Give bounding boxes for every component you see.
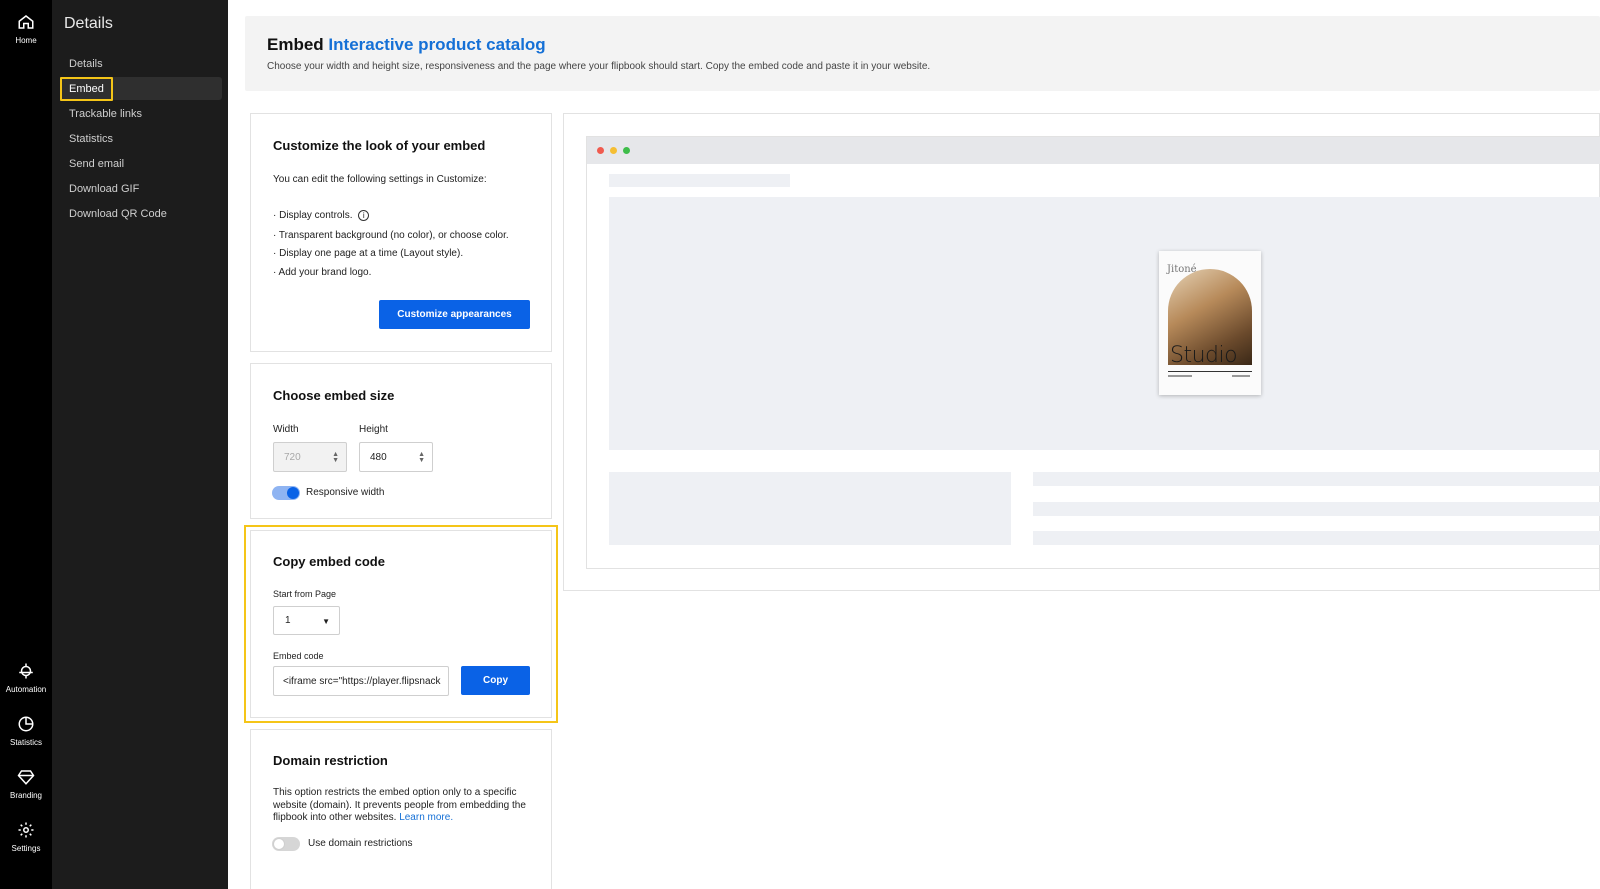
rail-settings-label: Settings xyxy=(11,844,41,853)
page-title-prefix: Embed xyxy=(267,35,324,54)
domain-description: This option restricts the embed option o… xyxy=(273,787,526,823)
skeleton-line-3 xyxy=(1033,531,1600,545)
rail-statistics[interactable]: Statistics xyxy=(0,715,52,747)
rail-automation-label: Automation xyxy=(5,685,47,694)
customize-appearances-button[interactable]: Customize appearances xyxy=(379,300,530,329)
caret-down-icon: ▼ xyxy=(322,617,330,626)
embed-size-card: Choose embed size Width Height 720 ▲ ▼ 48… xyxy=(250,363,552,519)
customize-intro: You can edit the following settings in C… xyxy=(273,174,487,185)
app-root: Home Automation Statistics Branding Sett… xyxy=(0,0,1600,889)
page-subtitle: Choose your width and height size, respo… xyxy=(267,61,931,72)
copy-embed-code-card: Copy embed code Start from Page 1 ▼ Embe… xyxy=(250,530,552,718)
sidebar-item-details[interactable]: Details xyxy=(60,52,222,75)
window-minimize-dot xyxy=(610,147,617,154)
page-header: Embed Interactive product catalog Choose… xyxy=(245,16,1600,91)
rail-home-label: Home xyxy=(15,36,37,45)
customize-card: Customize the look of your embed You can… xyxy=(250,113,552,352)
skeleton-line-2 xyxy=(1033,502,1600,516)
bullet-brand-logo: · Add your brand logo. xyxy=(273,267,372,278)
rail-branding-label: Branding xyxy=(9,791,43,800)
cover-rule xyxy=(1168,371,1252,372)
rail-branding[interactable]: Branding xyxy=(0,768,52,800)
home-icon xyxy=(18,15,34,29)
sidebar-item-download-gif[interactable]: Download GIF xyxy=(60,177,222,200)
skeleton-line-1 xyxy=(1033,472,1600,486)
bullet-display-controls: · Display controls. i xyxy=(273,210,370,221)
embed-preview-panel: Jitoné Studio xyxy=(563,113,1600,591)
height-label: Height xyxy=(359,424,388,435)
cover-footer-left xyxy=(1168,375,1192,377)
sidebar-item-send-email[interactable]: Send email xyxy=(60,152,222,175)
height-input[interactable]: 480 ▲ ▼ xyxy=(359,442,433,472)
rail-settings[interactable]: Settings xyxy=(0,821,52,853)
copy-button[interactable]: Copy xyxy=(461,666,530,695)
sidebar-title: Details xyxy=(64,15,113,32)
embed-code-input[interactable]: <iframe src="https://player.flipsnack xyxy=(273,666,449,696)
window-maximize-dot xyxy=(623,147,630,154)
skeleton-block xyxy=(609,472,1011,545)
domain-heading: Domain restriction xyxy=(273,753,388,768)
domain-restriction-card: Domain restriction This option restricts… xyxy=(250,729,552,889)
statistics-icon xyxy=(18,716,34,732)
width-label: Width xyxy=(273,424,299,435)
bullet-transparent-background: · Transparent background (no color), or … xyxy=(273,230,509,241)
browser-toolbar xyxy=(587,137,1600,164)
rail-statistics-label: Statistics xyxy=(9,738,42,747)
details-sidebar: Details Details Embed Trackable links St… xyxy=(52,0,228,889)
learn-more-link[interactable]: Learn more. xyxy=(399,812,453,823)
flipbook-title-link[interactable]: Interactive product catalog xyxy=(328,35,545,54)
flipbook-embed-area xyxy=(609,197,1600,450)
cover-footer-right xyxy=(1232,375,1250,377)
domain-toggle-knob xyxy=(273,838,285,850)
sidebar-item-embed[interactable]: Embed xyxy=(60,76,222,101)
browser-mockup: Jitoné Studio xyxy=(586,136,1600,569)
flipbook-cover-thumbnail[interactable]: Jitoné Studio xyxy=(1159,251,1261,395)
width-stepper-icon[interactable]: ▲ ▼ xyxy=(332,451,339,464)
customize-heading: Customize the look of your embed xyxy=(273,138,486,153)
icon-rail: Home Automation Statistics Branding Sett… xyxy=(0,0,52,889)
sidebar-item-statistics[interactable]: Statistics xyxy=(60,127,222,150)
responsive-width-label: Responsive width xyxy=(306,487,385,498)
responsive-toggle-knob xyxy=(287,487,299,499)
page-title: Embed Interactive product catalog xyxy=(267,35,546,55)
sidebar-item-trackable-links[interactable]: Trackable links xyxy=(60,102,222,125)
sidebar-item-download-qr-code[interactable]: Download QR Code xyxy=(60,202,222,225)
info-icon[interactable]: i xyxy=(358,210,370,221)
diamond-icon xyxy=(17,770,35,785)
bullet-one-page: · Display one page at a time (Layout sty… xyxy=(273,248,464,259)
embed-size-heading: Choose embed size xyxy=(273,388,395,403)
height-stepper-icon[interactable]: ▲ ▼ xyxy=(418,451,425,464)
start-page-label: Start from Page xyxy=(273,589,337,599)
responsive-width-toggle[interactable] xyxy=(272,486,300,500)
embed-code-label: Embed code xyxy=(273,651,324,661)
skeleton-heading xyxy=(609,174,790,187)
rail-home[interactable]: Home xyxy=(0,13,52,45)
gear-icon xyxy=(18,822,34,838)
rail-automation[interactable]: Automation xyxy=(0,662,52,694)
domain-restriction-toggle[interactable] xyxy=(272,837,300,851)
cover-title: Studio xyxy=(1170,343,1238,368)
automation-icon xyxy=(19,663,33,679)
start-page-select[interactable]: 1 ▼ xyxy=(273,606,340,635)
window-close-dot xyxy=(597,147,604,154)
copy-embed-heading: Copy embed code xyxy=(273,554,385,569)
width-input[interactable]: 720 ▲ ▼ xyxy=(273,442,347,472)
domain-toggle-label: Use domain restrictions xyxy=(308,838,413,849)
